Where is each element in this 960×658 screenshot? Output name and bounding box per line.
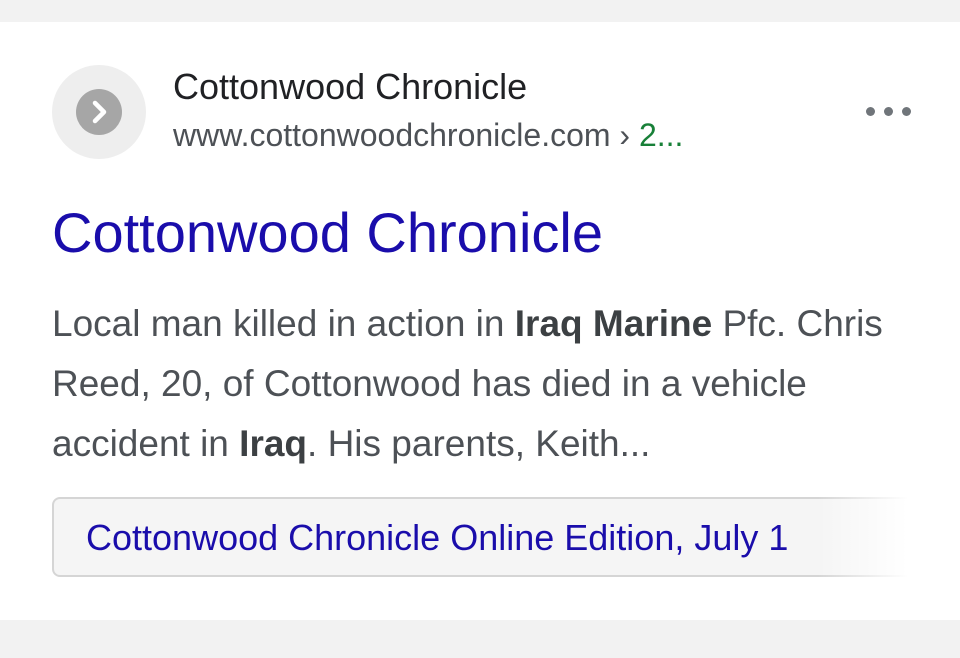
breadcrumb-separator: › — [610, 117, 639, 153]
snippet-text: . His parents, Keith... — [307, 423, 651, 464]
chip-fade-overlay — [818, 497, 908, 577]
site-url-domain: www.cottonwoodchronicle.com — [173, 117, 611, 153]
related-link-chip-row: Cottonwood Chronicle Online Edition, Jul… — [52, 497, 908, 577]
snippet-highlight: Iraq Marine — [514, 303, 713, 344]
site-url[interactable]: www.cottonwoodchronicle.com › 2... — [173, 117, 683, 154]
three-dots-icon — [902, 107, 911, 116]
result-title-link[interactable]: Cottonwood Chronicle — [52, 200, 603, 265]
three-dots-icon — [866, 107, 875, 116]
related-link-chip[interactable]: Cottonwood Chronicle Online Edition, Jul… — [52, 497, 908, 577]
site-url-tail: 2... — [638, 117, 684, 153]
search-result-card: Cottonwood Chronicle www.cottonwoodchron… — [0, 22, 960, 620]
favicon-badge — [76, 89, 122, 135]
site-favicon[interactable] — [52, 65, 146, 159]
result-snippet: Local man killed in action in Iraq Marin… — [52, 294, 932, 474]
three-dots-icon — [884, 107, 893, 116]
snippet-highlight: Iraq — [239, 423, 308, 464]
chip-label: Cottonwood Chronicle Online Edition, Jul… — [86, 517, 789, 558]
site-name[interactable]: Cottonwood Chronicle — [173, 66, 527, 108]
chevron-right-icon — [92, 100, 107, 124]
more-options-button[interactable] — [858, 96, 918, 126]
snippet-text: Local man killed in action in — [52, 303, 515, 344]
